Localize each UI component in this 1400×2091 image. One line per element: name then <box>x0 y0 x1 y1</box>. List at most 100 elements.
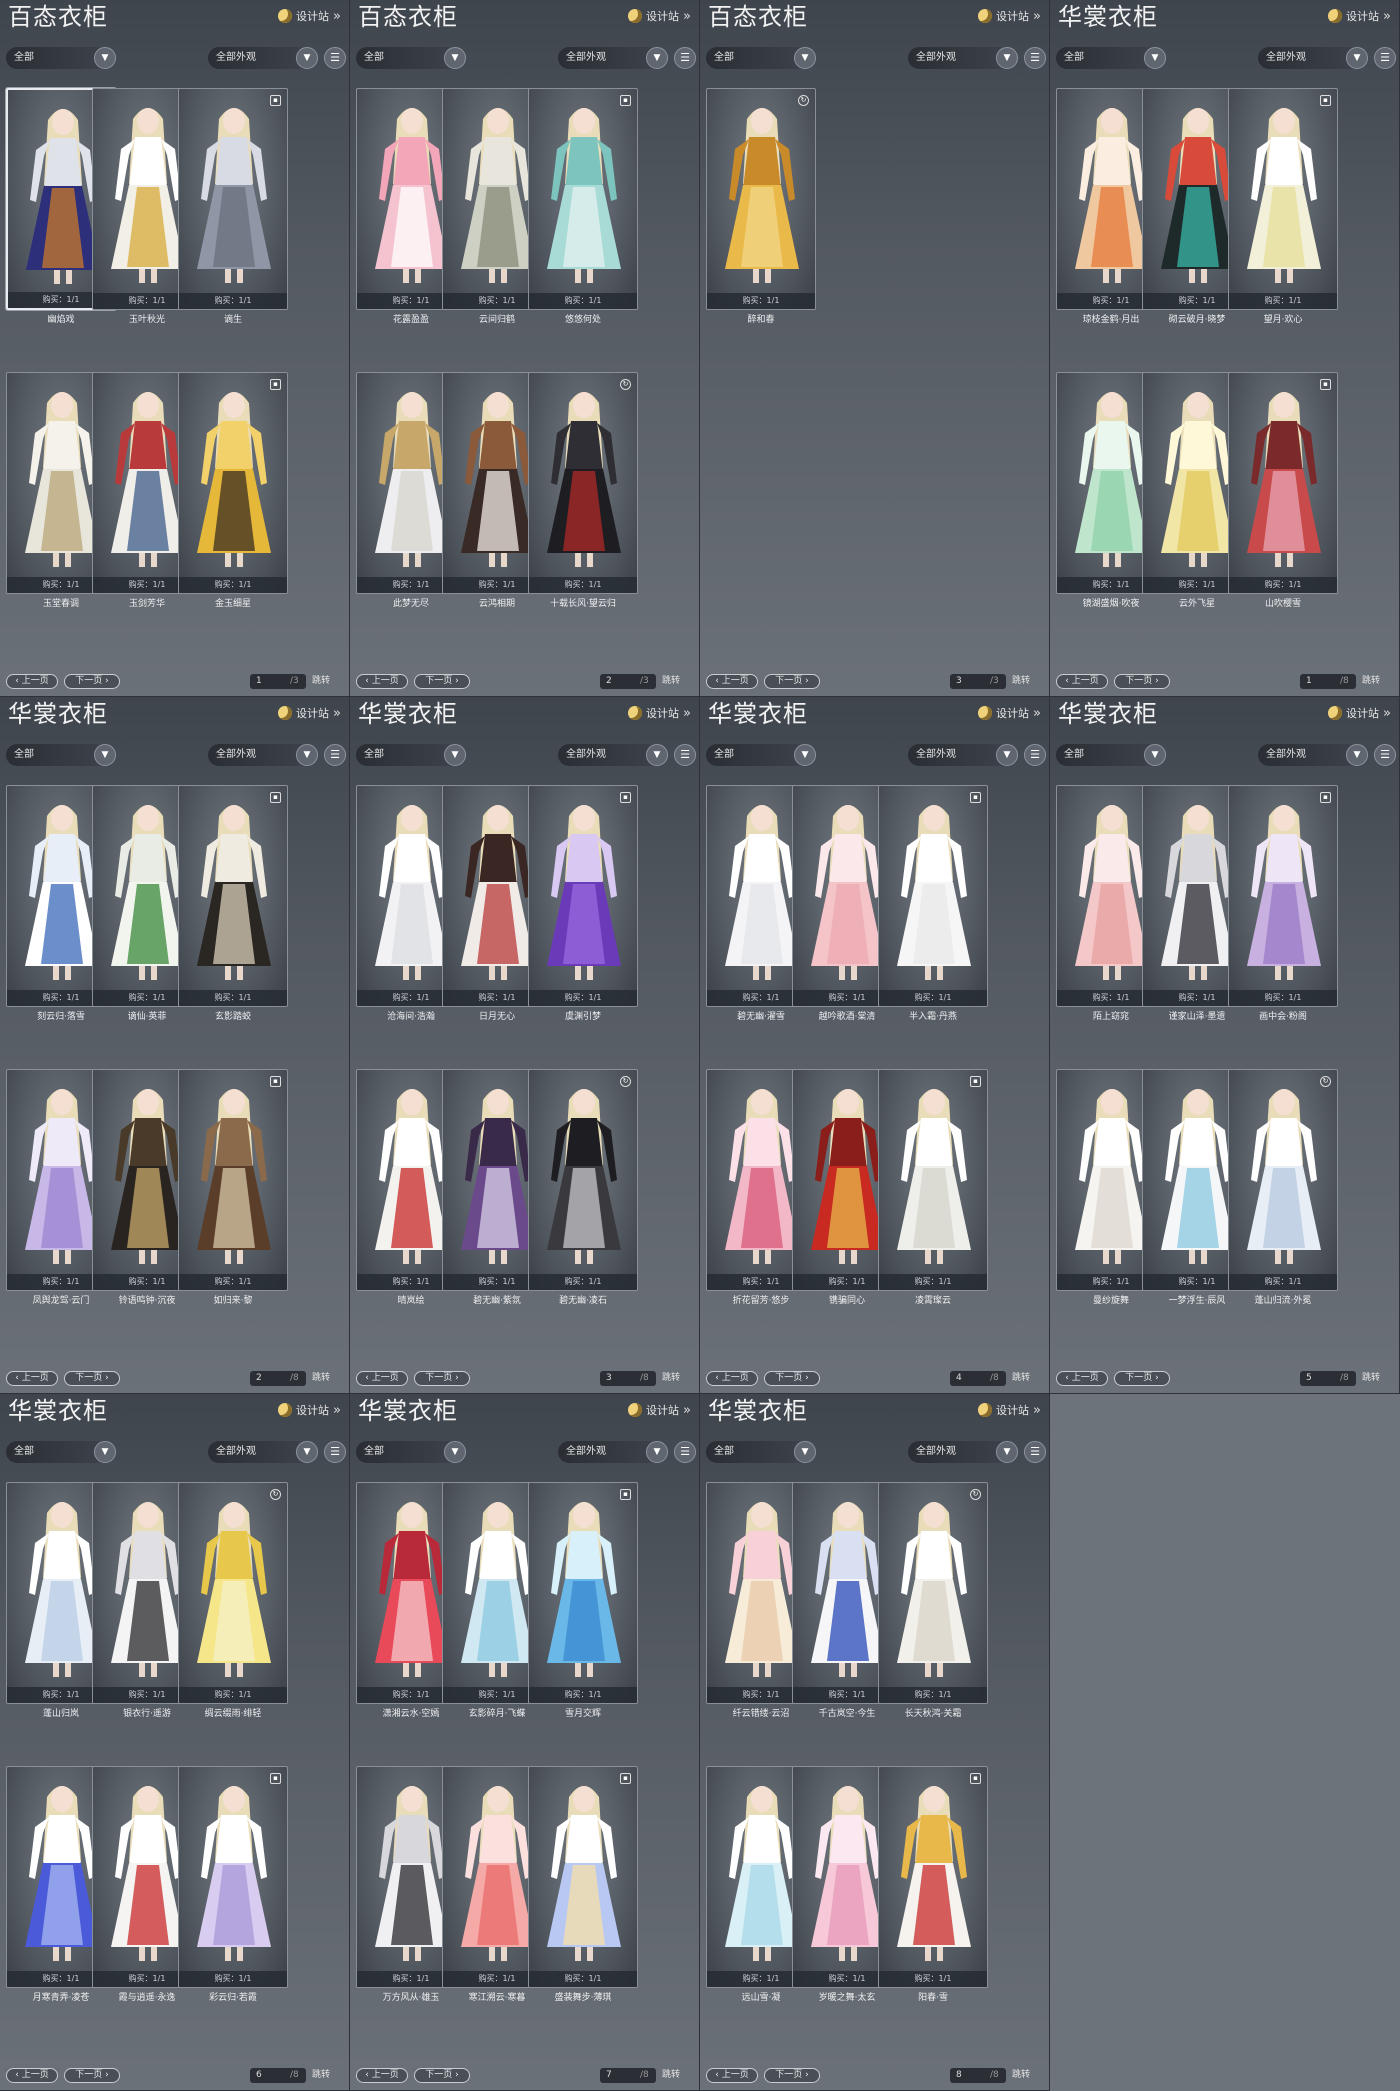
list-filter-button[interactable]: ☰ <box>324 1441 346 1463</box>
appearance-filter-select[interactable]: 全部外观 ▼ <box>208 744 318 766</box>
appearance-filter-select[interactable]: 全部外观 ▼ <box>558 1441 668 1463</box>
jump-button[interactable]: 跳转 <box>1012 1371 1030 1386</box>
list-filter-button[interactable]: ☰ <box>1374 744 1396 766</box>
design-station-link[interactable]: 设计站» <box>278 1402 341 1418</box>
jump-button[interactable]: 跳转 <box>312 2068 330 2083</box>
outfit-card[interactable]: ↻ 购买：1/1 <box>528 372 638 594</box>
next-page-button[interactable]: 下一页 › <box>64 1371 120 1386</box>
outfit-card[interactable]: ▪ 购买：1/1 <box>528 1766 638 1988</box>
page-number-input[interactable]: 3/3 <box>950 674 1006 689</box>
next-page-button[interactable]: 下一页 › <box>64 674 120 689</box>
list-filter-button[interactable]: ☰ <box>1024 47 1046 69</box>
prev-page-button[interactable]: ‹ 上一页 <box>356 2068 408 2083</box>
outfit-card[interactable]: ↻ 购买：1/1 <box>706 88 816 310</box>
next-page-button[interactable]: 下一页 › <box>764 674 820 689</box>
category-filter-select[interactable]: 全部 ▼ <box>356 47 466 69</box>
category-filter-select[interactable]: 全部 ▼ <box>706 744 816 766</box>
prev-page-button[interactable]: ‹ 上一页 <box>356 674 408 689</box>
appearance-filter-select[interactable]: 全部外观 ▼ <box>1258 47 1368 69</box>
page-number-input[interactable]: 7/8 <box>600 2068 656 2083</box>
jump-button[interactable]: 跳转 <box>662 2068 680 2083</box>
outfit-card[interactable]: ▪ 购买：1/1 <box>178 1766 288 1988</box>
jump-button[interactable]: 跳转 <box>312 1371 330 1386</box>
category-filter-select[interactable]: 全部 ▼ <box>1056 744 1166 766</box>
design-station-link[interactable]: 设计站» <box>628 8 691 24</box>
prev-page-button[interactable]: ‹ 上一页 <box>706 1371 758 1386</box>
list-filter-button[interactable]: ☰ <box>674 47 696 69</box>
prev-page-button[interactable]: ‹ 上一页 <box>356 1371 408 1386</box>
jump-button[interactable]: 跳转 <box>1012 2068 1030 2083</box>
outfit-card[interactable]: ▪ 购买：1/1 <box>178 88 288 310</box>
design-station-link[interactable]: 设计站» <box>978 1402 1041 1418</box>
next-page-button[interactable]: 下一页 › <box>64 2068 120 2083</box>
design-station-link[interactable]: 设计站» <box>628 1402 691 1418</box>
outfit-card[interactable]: ▪ 购买：1/1 <box>1228 785 1338 1007</box>
page-number-input[interactable]: 2/8 <box>250 1371 306 1386</box>
page-number-input[interactable]: 1/3 <box>250 674 306 689</box>
prev-page-button[interactable]: ‹ 上一页 <box>706 2068 758 2083</box>
outfit-card[interactable]: ↻ 购买：1/1 <box>178 1482 288 1704</box>
design-station-link[interactable]: 设计站» <box>978 8 1041 24</box>
outfit-card[interactable]: ▪ 购买：1/1 <box>878 1766 988 1988</box>
next-page-button[interactable]: 下一页 › <box>414 2068 470 2083</box>
outfit-card[interactable]: ▪ 购买：1/1 <box>1228 88 1338 310</box>
list-filter-button[interactable]: ☰ <box>674 744 696 766</box>
category-filter-select[interactable]: 全部 ▼ <box>6 47 116 69</box>
list-filter-button[interactable]: ☰ <box>674 1441 696 1463</box>
list-filter-button[interactable]: ☰ <box>1024 1441 1046 1463</box>
jump-button[interactable]: 跳转 <box>662 674 680 689</box>
outfit-card[interactable]: ↻ 购买：1/1 <box>528 1069 638 1291</box>
category-filter-select[interactable]: 全部 ▼ <box>1056 47 1166 69</box>
category-filter-select[interactable]: 全部 ▼ <box>6 1441 116 1463</box>
prev-page-button[interactable]: ‹ 上一页 <box>6 2068 58 2083</box>
outfit-card[interactable]: ↻ 购买：1/1 <box>1228 1069 1338 1291</box>
list-filter-button[interactable]: ☰ <box>324 744 346 766</box>
outfit-card[interactable]: ▪ 购买：1/1 <box>878 1069 988 1291</box>
outfit-card[interactable]: ▪ 购买：1/1 <box>878 785 988 1007</box>
next-page-button[interactable]: 下一页 › <box>1114 1371 1170 1386</box>
next-page-button[interactable]: 下一页 › <box>764 1371 820 1386</box>
jump-button[interactable]: 跳转 <box>1362 1371 1380 1386</box>
list-filter-button[interactable]: ☰ <box>324 47 346 69</box>
appearance-filter-select[interactable]: 全部外观 ▼ <box>1258 744 1368 766</box>
page-number-input[interactable]: 1/8 <box>1300 674 1356 689</box>
page-number-input[interactable]: 2/3 <box>600 674 656 689</box>
prev-page-button[interactable]: ‹ 上一页 <box>1056 1371 1108 1386</box>
outfit-card[interactable]: ▪ 购买：1/1 <box>178 372 288 594</box>
category-filter-select[interactable]: 全部 ▼ <box>706 47 816 69</box>
prev-page-button[interactable]: ‹ 上一页 <box>6 1371 58 1386</box>
list-filter-button[interactable]: ☰ <box>1374 47 1396 69</box>
jump-button[interactable]: 跳转 <box>662 1371 680 1386</box>
appearance-filter-select[interactable]: 全部外观 ▼ <box>908 1441 1018 1463</box>
design-station-link[interactable]: 设计站» <box>978 705 1041 721</box>
appearance-filter-select[interactable]: 全部外观 ▼ <box>208 1441 318 1463</box>
jump-button[interactable]: 跳转 <box>1012 674 1030 689</box>
next-page-button[interactable]: 下一页 › <box>414 1371 470 1386</box>
prev-page-button[interactable]: ‹ 上一页 <box>6 674 58 689</box>
appearance-filter-select[interactable]: 全部外观 ▼ <box>558 47 668 69</box>
outfit-card[interactable]: ▪ 购买：1/1 <box>178 1069 288 1291</box>
page-number-input[interactable]: 3/8 <box>600 1371 656 1386</box>
outfit-card[interactable]: ▪ 购买：1/1 <box>528 785 638 1007</box>
design-station-link[interactable]: 设计站» <box>278 8 341 24</box>
category-filter-select[interactable]: 全部 ▼ <box>356 744 466 766</box>
outfit-card[interactable]: ▪ 购买：1/1 <box>528 88 638 310</box>
prev-page-button[interactable]: ‹ 上一页 <box>1056 674 1108 689</box>
outfit-card[interactable]: ↻ 购买：1/1 <box>878 1482 988 1704</box>
design-station-link[interactable]: 设计站» <box>1328 705 1391 721</box>
appearance-filter-select[interactable]: 全部外观 ▼ <box>908 744 1018 766</box>
appearance-filter-select[interactable]: 全部外观 ▼ <box>908 47 1018 69</box>
appearance-filter-select[interactable]: 全部外观 ▼ <box>558 744 668 766</box>
design-station-link[interactable]: 设计站» <box>628 705 691 721</box>
page-number-input[interactable]: 6/8 <box>250 2068 306 2083</box>
page-number-input[interactable]: 8/8 <box>950 2068 1006 2083</box>
category-filter-select[interactable]: 全部 ▼ <box>706 1441 816 1463</box>
page-number-input[interactable]: 4/8 <box>950 1371 1006 1386</box>
jump-button[interactable]: 跳转 <box>1362 674 1380 689</box>
design-station-link[interactable]: 设计站» <box>278 705 341 721</box>
category-filter-select[interactable]: 全部 ▼ <box>6 744 116 766</box>
next-page-button[interactable]: 下一页 › <box>764 2068 820 2083</box>
prev-page-button[interactable]: ‹ 上一页 <box>706 674 758 689</box>
next-page-button[interactable]: 下一页 › <box>1114 674 1170 689</box>
outfit-card[interactable]: ▪ 购买：1/1 <box>178 785 288 1007</box>
